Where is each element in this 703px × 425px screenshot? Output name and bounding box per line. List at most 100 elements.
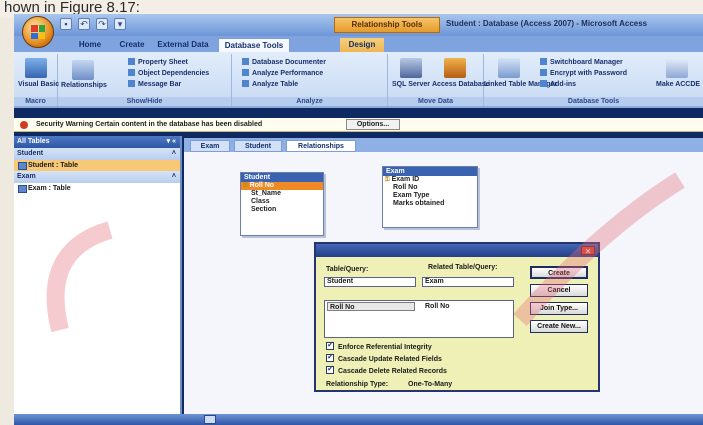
related-table-label: Related Table/Query: (428, 264, 498, 271)
collapse-chevron-icon[interactable]: ˄ (172, 171, 176, 183)
relationship-tools-tab: Relationship Tools (334, 17, 440, 33)
tab-create[interactable]: Create (114, 38, 150, 52)
group-label-database-tools: Database Tools (484, 97, 703, 106)
doc-tab-relationships[interactable]: Relationships (286, 140, 356, 152)
window-title: Student : Database (Access 2007) - Micro… (446, 19, 648, 28)
horizontal-scrollbar-thumb[interactable] (204, 415, 216, 424)
field-section[interactable]: Section (241, 206, 323, 214)
enforce-integrity-checkbox[interactable]: Enforce Referential Integrity (326, 340, 432, 351)
field-marks-obtained[interactable]: Marks obtained (383, 200, 477, 208)
nav-group-exam[interactable]: Exam ˄ (14, 171, 180, 183)
edit-relationships-dialog: ✕ Table/Query: Related Table/Query: Stud… (314, 242, 600, 392)
relationships-icon[interactable] (72, 60, 94, 80)
field-exam-id[interactable]: Exam ID (383, 176, 477, 184)
group-label-analyze: Analyze (232, 97, 387, 106)
security-warning-text: Security Warning Certain content in the … (36, 121, 263, 128)
relationships-label[interactable]: Relationships (60, 82, 108, 89)
redo-icon[interactable]: ↷ (96, 18, 108, 30)
linked-table-manager-label[interactable]: Linked Table Manager (484, 81, 557, 88)
nav-item-exam-table[interactable]: Exam : Table (14, 183, 180, 194)
options-button[interactable]: Options... (346, 119, 400, 130)
warning-shield-icon (20, 121, 28, 129)
exam-table-box[interactable]: Exam Exam ID Roll No Exam Type Marks obt… (382, 166, 478, 228)
message-bar-item[interactable]: Message Bar (128, 80, 181, 88)
exam-table-title[interactable]: Exam (383, 167, 477, 176)
cancel-button[interactable]: Cancel (530, 284, 588, 297)
create-new-button[interactable]: Create New... (530, 320, 588, 333)
visual-basic-label[interactable]: Visual Basic (18, 81, 59, 88)
checkbox-icon[interactable] (326, 364, 334, 374)
nav-group-label: Student (17, 150, 44, 157)
encrypt-password-item[interactable]: Encrypt with Password (540, 69, 627, 77)
customize-icon[interactable]: ▾ (114, 18, 126, 30)
database-documenter-item[interactable]: Database Documenter (242, 58, 326, 66)
field-exam-type[interactable]: Exam Type (383, 192, 477, 200)
navigation-pane: All Tables ▾ « Student ˄ Student : Table… (14, 136, 182, 414)
sql-server-label[interactable]: SQL Server (390, 81, 432, 88)
visual-basic-icon[interactable] (25, 58, 47, 78)
security-warning-bar: Security Warning Certain content in the … (14, 118, 703, 132)
tab-database-tools[interactable]: Database Tools (218, 38, 290, 52)
dialog-title-bar[interactable] (316, 244, 598, 257)
tab-design[interactable]: Design (340, 38, 384, 52)
doc-tab-student[interactable]: Student (234, 140, 282, 152)
group-show-hide: Relationships Property Sheet Object Depe… (58, 54, 232, 106)
field-class[interactable]: Class (241, 198, 323, 206)
enforce-integrity-label: Enforce Referential Integrity (338, 344, 432, 351)
nav-header-chevron-icon[interactable]: ▾ « (167, 136, 176, 148)
cascade-delete-checkbox[interactable]: Cascade Delete Related Records (326, 364, 447, 375)
object-dependencies-item[interactable]: Object Dependencies (128, 69, 209, 77)
close-icon[interactable]: ✕ (581, 246, 595, 256)
field-roll-no[interactable]: Roll No (241, 182, 323, 190)
group-database-tools: Linked Table Manager Switchboard Manager… (484, 54, 703, 106)
collapse-chevron-icon[interactable]: ˄ (172, 148, 176, 160)
office-button[interactable] (22, 16, 54, 48)
switchboard-manager-item[interactable]: Switchboard Manager (540, 58, 623, 66)
group-move-data: SQL Server Access Database Move Data (388, 54, 490, 106)
undo-icon[interactable]: ↶ (78, 18, 90, 30)
nav-header-label: All Tables (17, 138, 50, 145)
make-accde-icon[interactable] (666, 58, 688, 78)
sql-server-icon[interactable] (400, 58, 422, 78)
group-label-macro: Macro (14, 97, 57, 106)
join-type-button[interactable]: Join Type... (530, 302, 588, 315)
create-button[interactable]: Create (530, 266, 588, 279)
checkbox-icon[interactable] (326, 352, 334, 362)
tab-external-data[interactable]: External Data (154, 38, 212, 52)
group-analyze: Database Documenter Analyze Performance … (232, 54, 388, 106)
group-label-move-data: Move Data (388, 97, 483, 106)
grid-related-field-cell[interactable]: Roll No (423, 302, 511, 311)
student-table-title[interactable]: Student (241, 173, 323, 182)
cascade-delete-label: Cascade Delete Related Records (338, 368, 447, 375)
table-query-label: Table/Query: (326, 266, 369, 273)
access-window: ▪ ↶ ↷ ▾ Relationship Tools Student : Dat… (14, 14, 703, 425)
access-database-icon[interactable] (444, 58, 466, 78)
analyze-table-item[interactable]: Analyze Table (242, 80, 298, 88)
save-icon[interactable]: ▪ (60, 18, 72, 30)
document-tab-row: Exam Student Relationships (184, 138, 703, 152)
doc-tab-exam[interactable]: Exam (190, 140, 230, 152)
office-logo-icon (31, 25, 45, 39)
property-sheet-item[interactable]: Property Sheet (128, 58, 188, 66)
nav-header[interactable]: All Tables ▾ « (14, 136, 180, 148)
table-select[interactable]: Student (324, 277, 416, 287)
field-st-name[interactable]: St_Name (241, 190, 323, 198)
field-mapping-grid: Roll No Roll No (324, 300, 514, 338)
tab-home[interactable]: Home (72, 38, 108, 52)
make-accde-label[interactable]: Make ACCDE (656, 81, 700, 88)
access-database-label[interactable]: Access Database (432, 81, 490, 88)
analyze-performance-item[interactable]: Analyze Performance (242, 69, 323, 77)
cascade-update-checkbox[interactable]: Cascade Update Related Fields (326, 352, 442, 363)
grid-field-cell[interactable]: Roll No (327, 302, 415, 311)
group-macro: Visual Basic Macro (14, 54, 59, 106)
checkbox-icon[interactable] (326, 340, 334, 350)
cascade-update-label: Cascade Update Related Fields (338, 356, 442, 363)
nav-group-student[interactable]: Student ˄ (14, 148, 180, 160)
nav-item-student-table[interactable]: Student : Table (14, 160, 180, 171)
add-ins-item[interactable]: Add-ins (540, 80, 576, 88)
ribbon: Visual Basic Macro Relationships Propert… (14, 52, 703, 108)
student-table-box[interactable]: Student Roll No St_Name Class Section (240, 172, 324, 236)
related-table-select[interactable]: Exam (422, 277, 514, 287)
field-roll-no[interactable]: Roll No (383, 184, 477, 192)
linked-table-manager-icon[interactable] (498, 58, 520, 78)
